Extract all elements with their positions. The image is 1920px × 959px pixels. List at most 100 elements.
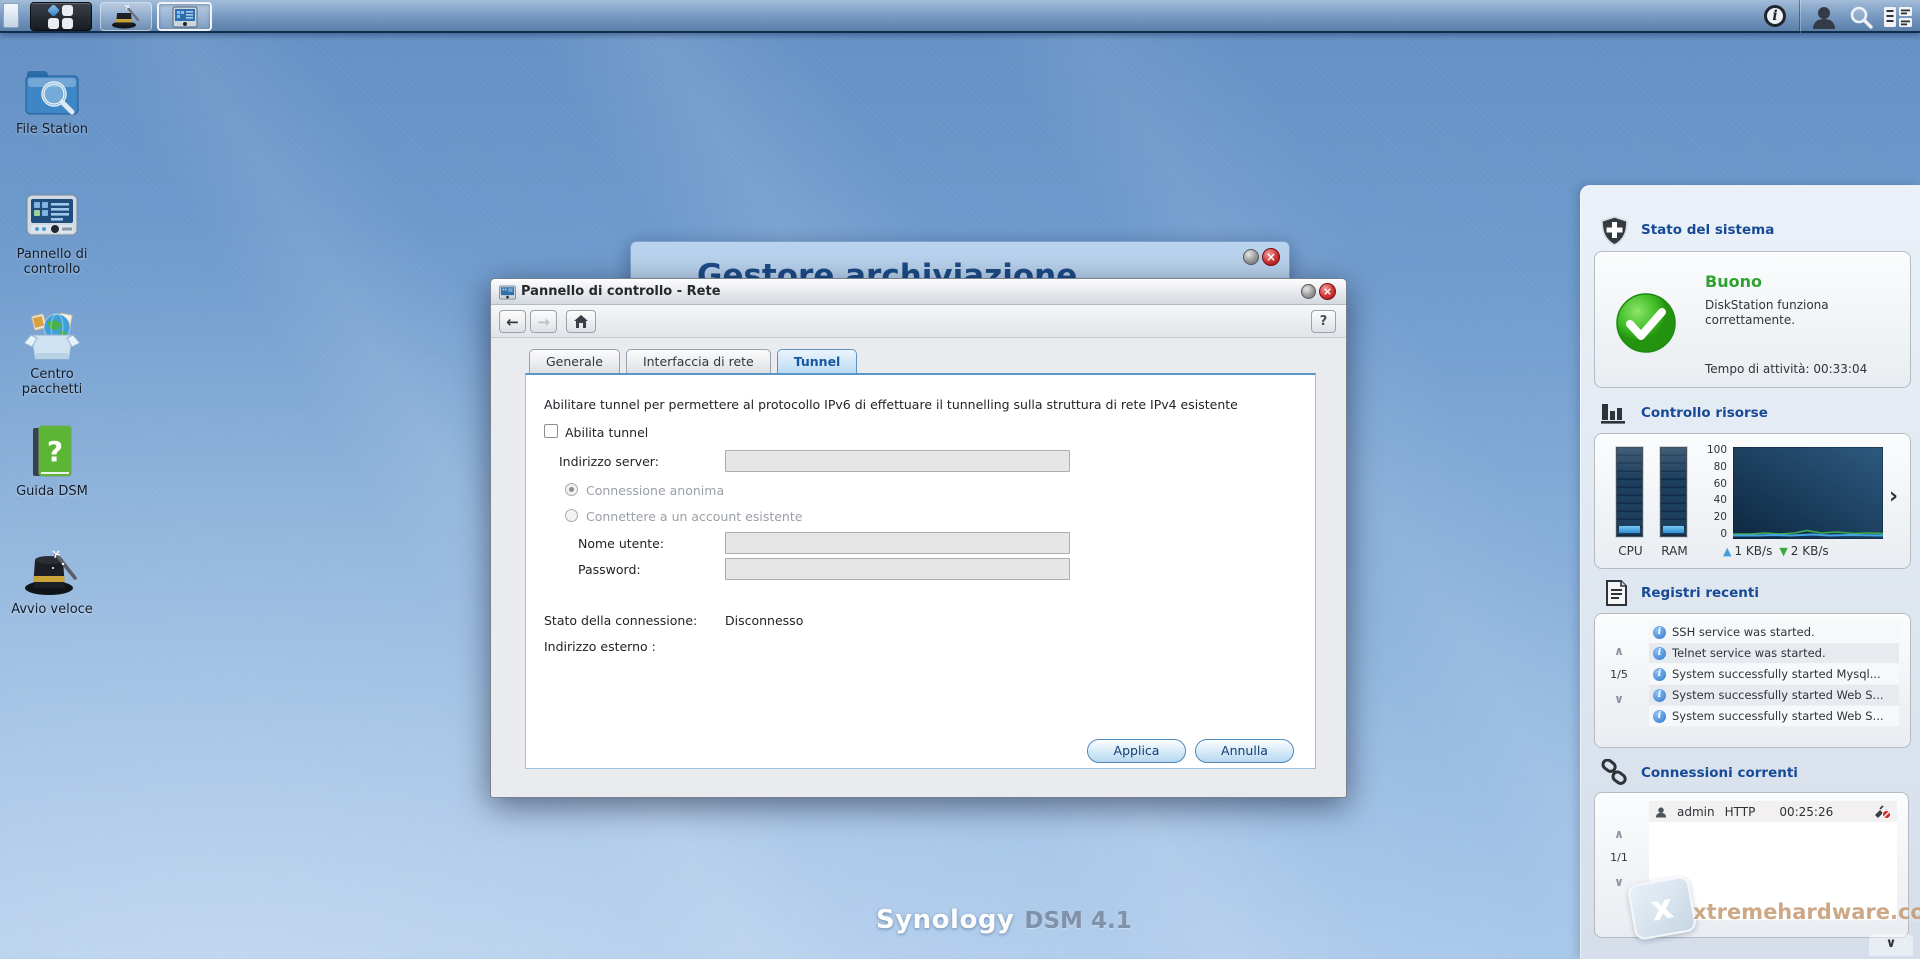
server-address-label: Indirizzo server:: [559, 454, 659, 469]
apply-button[interactable]: Applica: [1087, 739, 1186, 763]
minimize-button[interactable]: [1243, 249, 1259, 265]
desktop-icon-label: Pannello di controllo: [4, 247, 100, 277]
existing-account-radio: [565, 509, 578, 522]
anonymous-connection-radio: [565, 483, 578, 496]
magic-hat-icon: [111, 4, 141, 30]
resource-monitor-title: Controllo risorse: [1641, 405, 1768, 421]
connections-page-down-button[interactable]: ∨: [1608, 875, 1630, 889]
tab-tunnel[interactable]: Tunnel: [777, 349, 858, 373]
recent-logs-title: Registri recenti: [1641, 585, 1759, 601]
widget-panel: Stato del sistema Buono DiskStation funz…: [1580, 185, 1920, 959]
user-icon: [1655, 806, 1667, 818]
info-icon[interactable]: i: [1764, 5, 1786, 27]
current-connections-title: Connessioni correnti: [1641, 765, 1798, 781]
user-icon[interactable]: [1808, 4, 1840, 30]
tunnel-description: Abilitare tunnel per permettere al proto…: [544, 397, 1238, 412]
connections-pager: 1/1: [1605, 851, 1633, 864]
logs-pager: 1/5: [1605, 668, 1633, 681]
shield-icon: [1601, 216, 1628, 246]
disconnect-icon[interactable]: [1874, 805, 1891, 819]
desktop-icon-file-station[interactable]: File Station: [4, 60, 100, 137]
tab-row: Generale Interfaccia di rete Tunnel: [529, 349, 863, 373]
connection-row[interactable]: admin HTTP 00:25:26: [1649, 801, 1897, 822]
pilot-view-icon[interactable]: [1882, 4, 1914, 30]
log-row[interactable]: iTelnet service was started.: [1649, 643, 1899, 663]
svg-text:?: ?: [47, 435, 63, 468]
synology-logo: Synology: [876, 905, 1014, 935]
help-button[interactable]: ?: [1311, 310, 1336, 333]
desktop-icon-dsm-help[interactable]: ? Guida DSM: [4, 422, 100, 499]
log-row[interactable]: iSSH service was started.: [1649, 622, 1899, 642]
desktop-icon-control-panel[interactable]: Pannello di controllo: [4, 185, 100, 277]
log-row[interactable]: iSystem successfully started Web S...: [1649, 685, 1899, 705]
close-icon[interactable]: ×: [1319, 283, 1336, 300]
status-good-check-icon: [1615, 292, 1677, 354]
tunnel-tab-panel: Abilitare tunnel per permettere al proto…: [525, 373, 1316, 769]
password-field: [725, 558, 1070, 580]
anonymous-connection-label: Connessione anonima: [586, 483, 724, 498]
dsm-version: DSM 4.1: [1024, 908, 1131, 934]
enable-tunnel-checkbox[interactable]: [544, 424, 558, 438]
tab-generale[interactable]: Generale: [529, 349, 620, 373]
desktop-icon-label: Centro pacchetti: [4, 367, 100, 397]
system-status-card: Buono DiskStation funziona correttamente…: [1594, 251, 1911, 388]
home-icon: [574, 315, 588, 328]
log-list: iSSH service was started. iTelnet servic…: [1649, 622, 1899, 727]
ram-gauge: [1660, 447, 1687, 537]
server-address-field: [725, 450, 1070, 472]
log-row[interactable]: iSystem successfully started Web S...: [1649, 706, 1899, 726]
dialog-titlebar[interactable]: Pannello di controllo - Rete ×: [491, 279, 1346, 305]
connections-page-up-button[interactable]: ∧: [1608, 827, 1630, 841]
dsm-help-book-icon: ?: [29, 424, 75, 480]
taskbar-separator: [1799, 0, 1800, 33]
package-center-icon: [23, 309, 81, 363]
desktop-icon-label: Guida DSM: [4, 484, 100, 499]
info-icon: i: [1653, 710, 1666, 723]
folder-search-icon: [22, 66, 82, 118]
close-icon[interactable]: ×: [1262, 248, 1280, 266]
main-menu-grid-icon: [48, 5, 75, 29]
connection-status-value: Disconnesso: [725, 613, 803, 628]
log-document-icon: [1603, 579, 1629, 607]
upload-arrow-icon: ▲: [1723, 545, 1731, 558]
control-panel-icon: [24, 191, 80, 243]
chain-link-icon: [1601, 759, 1629, 787]
desktop-icon-label: Avvio veloce: [4, 602, 100, 617]
log-row[interactable]: iSystem successfully started Mysql...: [1649, 664, 1899, 684]
main-menu-button[interactable]: [30, 2, 92, 31]
logs-page-up-button[interactable]: ∧: [1608, 644, 1630, 658]
back-button[interactable]: ←: [499, 310, 526, 333]
panel-scroll-down-button[interactable]: ∨: [1869, 934, 1913, 956]
home-button[interactable]: [566, 310, 596, 333]
chart-y-axis: 100 80 60 40 20 0: [1703, 444, 1727, 540]
uptime-value: Tempo di attività: 00:33:04: [1705, 362, 1867, 376]
bar-chart-icon: [1600, 402, 1627, 426]
xtremehardware-watermark: xtremehardware.com: [1693, 900, 1920, 924]
cpu-label: CPU: [1616, 544, 1645, 558]
system-status-title: Stato del sistema: [1641, 222, 1774, 238]
system-state-value: Buono: [1705, 272, 1762, 291]
expand-resource-monitor-button[interactable]: ›: [1889, 484, 1898, 509]
show-desktop-button[interactable]: [3, 3, 19, 28]
username-field: [725, 532, 1070, 554]
password-label: Password:: [578, 562, 641, 577]
recent-logs-card: ∧ 1/5 ∨ iSSH service was started. iTelne…: [1594, 613, 1911, 748]
control-panel-taskbar-button-active[interactable]: [157, 2, 212, 31]
magic-hat-icon: [23, 548, 81, 598]
desktop-icon-package-center[interactable]: Centro pacchetti: [4, 305, 100, 397]
taskbar: i: [0, 0, 1920, 33]
cancel-button[interactable]: Annulla: [1195, 739, 1294, 763]
minimize-button[interactable]: [1301, 284, 1316, 299]
resource-monitor-card: CPU RAM 100 80 60 40 20 0 ▲ 1 KB/s ▼ 2 K…: [1594, 433, 1911, 569]
info-icon: i: [1653, 689, 1666, 702]
connection-protocol: HTTP: [1725, 805, 1756, 819]
quick-start-taskbar-button[interactable]: [100, 2, 152, 31]
enable-tunnel-label: Abilita tunnel: [565, 425, 648, 440]
search-icon[interactable]: [1845, 4, 1877, 30]
forward-button: →: [530, 310, 557, 333]
connection-time: 00:25:26: [1779, 805, 1833, 819]
logs-page-down-button[interactable]: ∨: [1608, 692, 1630, 706]
tab-interfaccia-di-rete[interactable]: Interfaccia di rete: [626, 349, 771, 373]
desktop-icon-quick-start[interactable]: Avvio veloce: [4, 540, 100, 617]
control-panel-window-icon: [499, 285, 516, 300]
